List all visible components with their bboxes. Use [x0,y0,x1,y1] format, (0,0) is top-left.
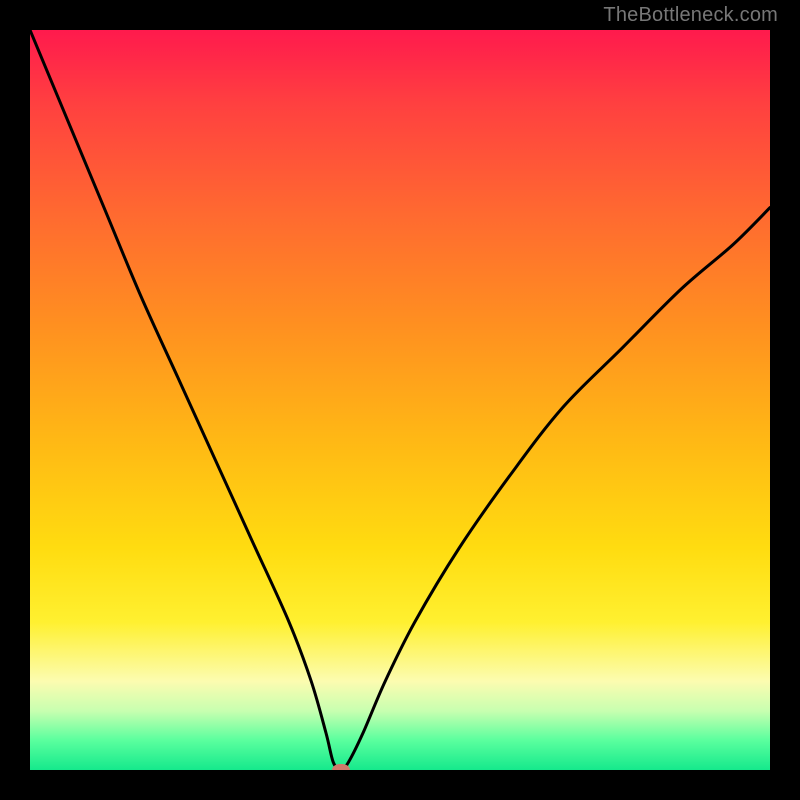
plot-area [30,30,770,770]
bottleneck-curve [30,30,770,770]
chart-frame: TheBottleneck.com [0,0,800,800]
optimal-point-marker [332,764,350,770]
curve-layer [30,30,770,770]
watermark-text: TheBottleneck.com [603,4,778,27]
